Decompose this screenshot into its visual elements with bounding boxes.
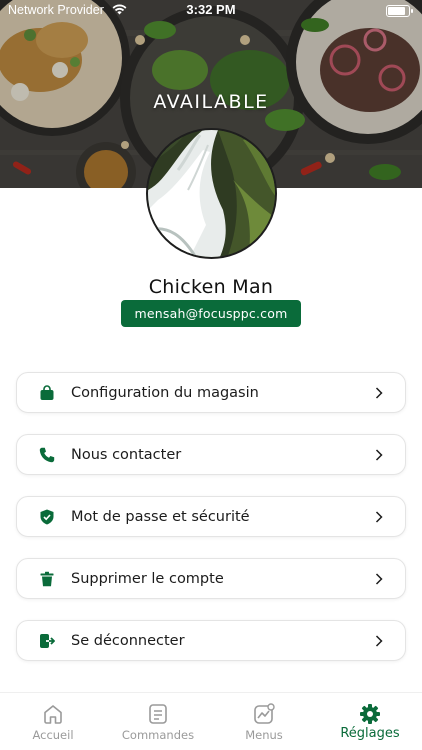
menu-item-label: Configuration du magasin [71,385,259,401]
tab-bar: Accueil Commandes Menus Réglages [0,692,422,750]
phone-icon [39,447,55,463]
menu-item-label: Supprimer le compte [71,571,224,587]
tab-label: Menus [245,728,283,742]
delete-account-item[interactable]: Supprimer le compte [16,558,406,599]
gear-icon [360,704,380,724]
tab-commandes[interactable]: Commandes [112,693,204,750]
chevron-right-icon [375,449,383,461]
menu-item-label: Nous contacter [71,447,182,463]
email-badge: mensah@focusppc.com [121,300,301,327]
chevron-right-icon [375,511,383,523]
logout-item[interactable]: Se déconnecter [16,620,406,661]
tab-accueil[interactable]: Accueil [8,693,98,750]
tab-label: Réglages [340,726,400,741]
chevron-right-icon [375,635,383,647]
home-icon [44,705,62,724]
logout-icon [40,634,55,648]
tab-label: Accueil [32,728,74,742]
availability-status: AVAILABLE [153,91,269,113]
tab-reglages[interactable]: Réglages [324,693,416,750]
password-security-item[interactable]: Mot de passe et sécurité [16,496,406,537]
menu-item-label: Se déconnecter [71,633,185,649]
store-name: Chicken Man [148,276,274,298]
status-bar: Network Provider 3:32 PM [0,0,422,22]
waterfall-image [148,130,275,257]
tab-menus[interactable]: Menus [218,693,310,750]
shopping-bag-icon [40,385,54,400]
store-configuration-item[interactable]: Configuration du magasin [16,372,406,413]
tab-label: Commandes [121,728,195,742]
chevron-right-icon [375,387,383,399]
orders-icon [149,704,167,724]
chevron-right-icon [375,573,383,585]
menu-item-label: Mot de passe et sécurité [71,509,250,525]
battery-level [388,7,406,15]
clock: 3:32 PM [186,2,236,17]
store-avatar[interactable] [146,128,277,259]
shield-check-icon [40,509,54,525]
trash-icon [40,571,54,587]
battery-icon [386,5,413,17]
chart-icon [254,703,275,724]
contact-us-item[interactable]: Nous contacter [16,434,406,475]
